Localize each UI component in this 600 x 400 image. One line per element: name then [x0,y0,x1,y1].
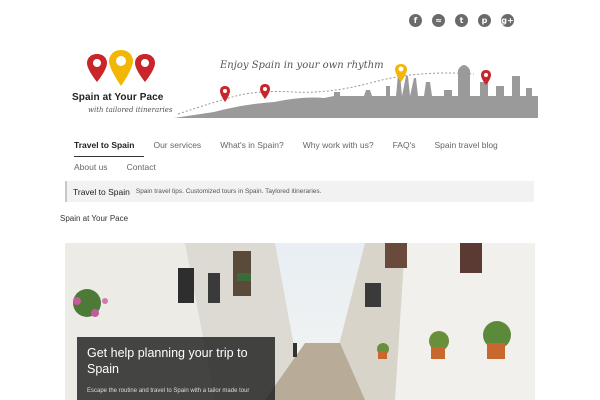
header-banner: Enjoy Spain in your own rhythm [174,52,538,122]
map-pins-icon [87,50,155,86]
nav-travel-to-spain[interactable]: Travel to Spain [74,140,134,150]
logo-title: Spain at Your Pace [72,92,164,103]
page-title: Travel to Spain [73,186,130,197]
nav-about-us[interactable]: About us [74,162,108,172]
site-name-label: Spain at Your Pace [60,214,129,223]
hero-caption: Get help planning your trip to Spain Esc… [77,337,275,400]
banner-pin-1 [220,86,230,102]
banner-pin-2 [260,84,270,99]
nav-our-services[interactable]: Our services [153,140,201,150]
banner-tagline: Enjoy Spain in your own rhythm [220,60,384,71]
googleplus-icon[interactable]: g+ [501,14,514,27]
hero-image: Get help planning your trip to Spain Esc… [65,243,535,400]
nav-faqs[interactable]: FAQ's [393,140,416,150]
page-description: Spain travel tips. Customized tours in S… [135,188,322,195]
page-title-bar: Travel to Spain Spain travel tips. Custo… [65,181,534,202]
nav-contact[interactable]: Contact [127,162,156,172]
twitter-icon[interactable]: t [455,14,468,27]
hero-text: Escape the routine and travel to Spain w… [87,388,250,394]
banner-pin-3 [395,64,407,82]
rss-icon[interactable]: ≈ [432,14,445,27]
nav-whats-in-spain[interactable]: What's in Spain? [220,140,284,150]
site-logo[interactable]: Spain at Your Pace with tailored itinera… [72,50,176,122]
main-navigation: Travel to Spain Our services What's in S… [74,134,544,172]
nav-spain-travel-blog[interactable]: Spain travel blog [434,140,497,150]
facebook-icon[interactable]: f [409,14,422,27]
logo-subtitle: with tailored itineraries [88,106,173,114]
nav-why-work-with-us[interactable]: Why work with us? [303,140,374,150]
hero-heading[interactable]: Get help planning your trip to Spain [87,345,267,377]
social-links: f ≈ t p g+ [409,14,514,27]
pinterest-icon[interactable]: p [478,14,491,27]
